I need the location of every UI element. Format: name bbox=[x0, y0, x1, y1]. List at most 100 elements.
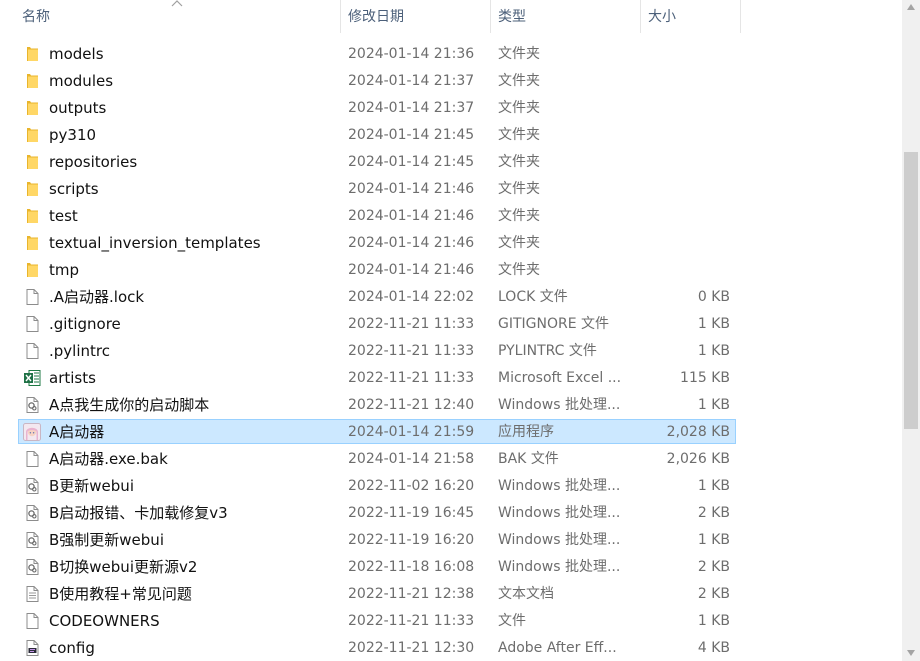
file-name: A启动器.exe.bak bbox=[49, 450, 168, 468]
file-type: 文件夹 bbox=[498, 100, 540, 116]
column-header-bar: 名称 修改日期 类型 大小 bbox=[0, 0, 902, 33]
file-modified-date: 2022-11-18 16:08 bbox=[348, 559, 475, 575]
file-row[interactable]: B切换webui更新源v2 2022-11-18 16:08 Windows 批处理… bbox=[18, 554, 736, 579]
file-name: repositories bbox=[49, 153, 138, 171]
file-type: 文件夹 bbox=[498, 73, 540, 89]
file-row[interactable]: config 2022-11-21 12:30 Adobe After Eff...… bbox=[18, 635, 736, 660]
file-type: PYLINTRC 文件 bbox=[498, 343, 597, 359]
file-name: B切换webui更新源v2 bbox=[49, 558, 198, 576]
file-size: 1 KB bbox=[697, 397, 730, 413]
column-header-type[interactable]: 类型 bbox=[491, 0, 641, 33]
batch-file-icon bbox=[23, 504, 41, 522]
vertical-scrollbar[interactable] bbox=[902, 0, 920, 661]
excel-icon bbox=[23, 369, 41, 387]
file-name: CODEOWNERS bbox=[49, 612, 160, 630]
column-header-type-label: 类型 bbox=[498, 9, 526, 25]
scroll-down-arrow-icon[interactable] bbox=[907, 650, 915, 656]
sort-ascending-icon bbox=[171, 0, 183, 7]
file-list: models 2024-01-14 21:36 文件夹 modules 2024-01-… bbox=[0, 0, 902, 661]
file-row[interactable]: outputs 2024-01-14 21:37 文件夹 bbox=[18, 95, 736, 120]
file-type: 文件夹 bbox=[498, 154, 540, 170]
batch-file-icon bbox=[23, 396, 41, 414]
batch-file-icon bbox=[23, 531, 41, 549]
file-type: Windows 批处理... bbox=[498, 478, 621, 494]
folder-icon bbox=[23, 180, 41, 198]
folder-icon bbox=[23, 99, 41, 117]
file-type: GITIGNORE 文件 bbox=[498, 316, 610, 332]
file-type: Windows 批处理... bbox=[498, 532, 621, 548]
file-type: LOCK 文件 bbox=[498, 289, 568, 305]
file-size: 1 KB bbox=[697, 343, 730, 359]
file-modified-date: 2024-01-14 21:45 bbox=[348, 127, 475, 143]
file-type: Windows 批处理... bbox=[498, 397, 621, 413]
file-icon bbox=[23, 288, 41, 306]
file-type: Adobe After Eff... bbox=[498, 640, 617, 656]
file-size: 1 KB bbox=[697, 316, 730, 332]
scrollbar-thumb[interactable] bbox=[904, 152, 918, 429]
file-row[interactable]: textual_inversion_templates 2024-01-14 21… bbox=[18, 230, 736, 255]
file-row[interactable]: modules 2024-01-14 21:37 文件夹 bbox=[18, 68, 736, 93]
file-modified-date: 2022-11-21 12:38 bbox=[348, 586, 475, 602]
file-row[interactable]: scripts 2024-01-14 21:46 文件夹 bbox=[18, 176, 736, 201]
file-row[interactable]: py310 2024-01-14 21:45 文件夹 bbox=[18, 122, 736, 147]
file-row[interactable]: test 2024-01-14 21:46 文件夹 bbox=[18, 203, 736, 228]
file-modified-date: 2022-11-21 11:33 bbox=[348, 613, 475, 629]
file-name: config bbox=[49, 639, 95, 657]
file-type: Windows 批处理... bbox=[498, 505, 621, 521]
file-size: 2 KB bbox=[697, 586, 730, 602]
file-size: 4 KB bbox=[697, 640, 730, 656]
file-row[interactable]: B使用教程+常见问题 2022-11-21 12:38 文本文档 2 KB bbox=[18, 581, 736, 606]
after-effects-file-icon bbox=[23, 639, 41, 657]
file-row[interactable]: B强制更新webui 2022-11-19 16:20 Windows 批处理...… bbox=[18, 527, 736, 552]
file-name: models bbox=[49, 45, 104, 63]
file-icon bbox=[23, 342, 41, 360]
file-size: 1 KB bbox=[697, 613, 730, 629]
text-document-icon bbox=[23, 585, 41, 603]
file-type: 文件夹 bbox=[498, 46, 540, 62]
file-type: 文件夹 bbox=[498, 235, 540, 251]
file-size: 2,026 KB bbox=[666, 451, 730, 467]
column-header-date[interactable]: 修改日期 bbox=[341, 0, 491, 33]
batch-file-icon bbox=[23, 477, 41, 495]
folder-icon bbox=[23, 261, 41, 279]
file-row[interactable]: .pylintrc 2022-11-21 11:33 PYLINTRC 文件 1 KB bbox=[18, 338, 736, 363]
file-row[interactable]: B更新webui 2022-11-02 16:20 Windows 批处理... 1 … bbox=[18, 473, 736, 498]
file-name: test bbox=[49, 207, 78, 225]
file-name: scripts bbox=[49, 180, 99, 198]
column-header-size[interactable]: 大小 bbox=[641, 0, 741, 33]
file-modified-date: 2022-11-21 12:30 bbox=[348, 640, 475, 656]
file-size: 0 KB bbox=[697, 289, 730, 305]
file-row[interactable]: .A启动器.lock 2024-01-14 22:02 LOCK 文件 0 KB bbox=[18, 284, 736, 309]
file-row[interactable]: artists 2022-11-21 11:33 Microsoft Excel .… bbox=[18, 365, 736, 390]
file-size: 2 KB bbox=[697, 505, 730, 521]
folder-icon bbox=[23, 45, 41, 63]
file-size: 2 KB bbox=[697, 559, 730, 575]
file-row[interactable]: .gitignore 2022-11-21 11:33 GITIGNORE 文件 1 … bbox=[18, 311, 736, 336]
file-row[interactable]: tmp 2024-01-14 21:46 文件夹 bbox=[18, 257, 736, 282]
batch-file-icon bbox=[23, 558, 41, 576]
file-modified-date: 2024-01-14 21:46 bbox=[348, 235, 475, 251]
file-row-selected[interactable]: A启动器 2024-01-14 21:59 应用程序 2,028 KB bbox=[18, 419, 736, 444]
file-row[interactable]: repositories 2024-01-14 21:45 文件夹 bbox=[18, 149, 736, 174]
file-modified-date: 2022-11-21 12:40 bbox=[348, 397, 475, 413]
file-row[interactable]: models 2024-01-14 21:36 文件夹 bbox=[18, 41, 736, 66]
file-row[interactable]: A点我生成你的启动脚本 2022-11-21 12:40 Windows 批处理..… bbox=[18, 392, 736, 417]
file-name: .A启动器.lock bbox=[49, 288, 145, 306]
folder-icon bbox=[23, 153, 41, 171]
file-row[interactable]: CODEOWNERS 2022-11-21 11:33 文件 1 KB bbox=[18, 608, 736, 633]
scroll-up-arrow-icon[interactable] bbox=[907, 4, 915, 10]
file-type: BAK 文件 bbox=[498, 451, 559, 467]
application-icon bbox=[23, 423, 41, 441]
file-modified-date: 2024-01-14 21:46 bbox=[348, 181, 475, 197]
file-type: 文件夹 bbox=[498, 181, 540, 197]
file-name: A启动器 bbox=[49, 423, 105, 441]
column-header-name[interactable]: 名称 bbox=[0, 0, 341, 33]
file-modified-date: 2024-01-14 21:58 bbox=[348, 451, 475, 467]
file-modified-date: 2024-01-14 21:46 bbox=[348, 208, 475, 224]
file-modified-date: 2024-01-14 22:02 bbox=[348, 289, 475, 305]
file-modified-date: 2022-11-19 16:20 bbox=[348, 532, 475, 548]
folder-icon bbox=[23, 207, 41, 225]
file-row[interactable]: A启动器.exe.bak 2024-01-14 21:58 BAK 文件 2,026 … bbox=[18, 446, 736, 471]
file-icon bbox=[23, 450, 41, 468]
file-row[interactable]: B启动报错、卡加载修复v3 2022-11-19 16:45 Windows 批处理… bbox=[18, 500, 736, 525]
